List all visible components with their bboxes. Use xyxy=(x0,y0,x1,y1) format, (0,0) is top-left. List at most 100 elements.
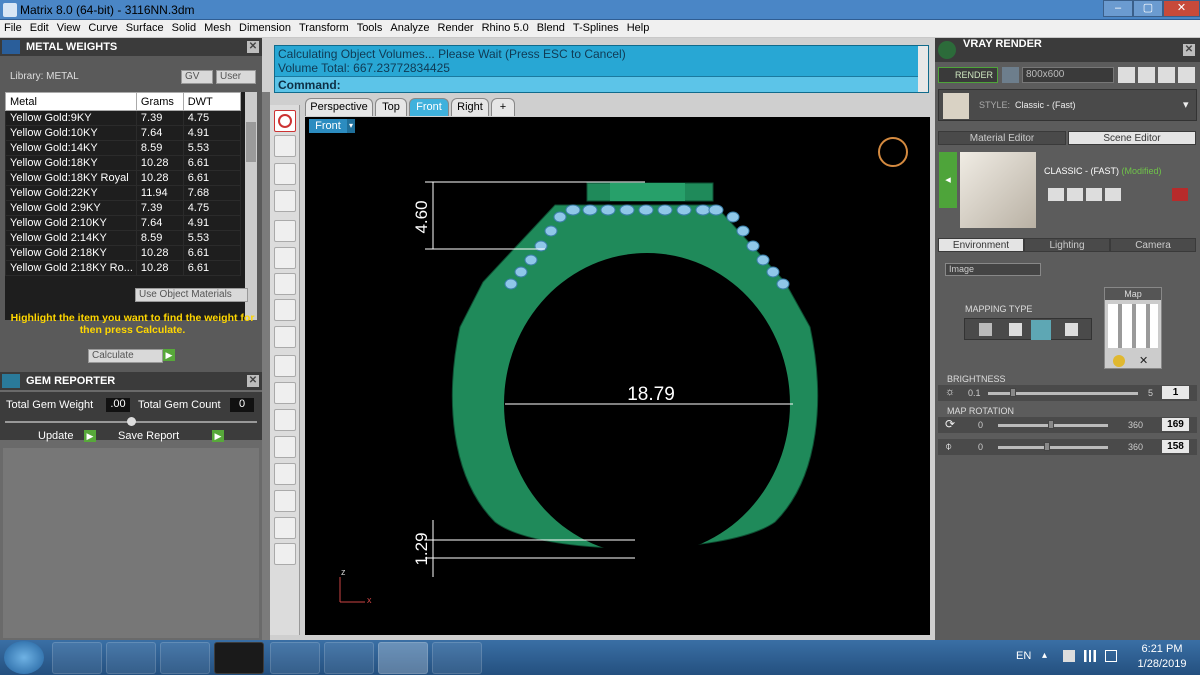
menu-curve[interactable]: Curve xyxy=(84,20,121,36)
menu-tsplines[interactable]: T-Splines xyxy=(569,20,623,36)
internet-explorer-icon[interactable] xyxy=(52,642,102,674)
menu-tools[interactable]: Tools xyxy=(353,20,387,36)
metal-row[interactable]: Yellow Gold:18KY 10.28 6.61 xyxy=(5,155,242,171)
command-input[interactable]: Command: xyxy=(275,76,918,92)
axis-icon[interactable] xyxy=(274,135,296,157)
box-top-icon[interactable] xyxy=(274,299,296,321)
rotation1-value[interactable]: 169 xyxy=(1162,418,1189,431)
brightness-knob[interactable] xyxy=(1010,388,1016,397)
plugin-icon[interactable] xyxy=(274,543,296,565)
menu-dimension[interactable]: Dimension xyxy=(235,20,295,36)
arrow-up-icon[interactable] xyxy=(274,517,296,539)
tab-environment[interactable]: Environment xyxy=(938,238,1024,252)
m-icon[interactable] xyxy=(274,490,296,512)
box-front-icon[interactable] xyxy=(274,326,296,348)
clock-date[interactable]: 1/28/2019 xyxy=(1128,658,1196,670)
viber-icon[interactable] xyxy=(270,642,320,674)
rotation1-knob[interactable] xyxy=(1048,420,1054,429)
clock-time[interactable]: 6:21 PM xyxy=(1132,643,1192,655)
menu-mesh[interactable]: Mesh xyxy=(200,20,235,36)
reset-preset-icon[interactable] xyxy=(1172,188,1188,201)
network-signal-icon[interactable] xyxy=(1084,650,1096,662)
save-report-arrow-icon[interactable]: ▶ xyxy=(212,430,224,442)
resolution-dropdown[interactable]: 800x600 xyxy=(1022,67,1114,83)
add-preset-icon[interactable] xyxy=(1086,188,1102,201)
preset-collapse-icon[interactable]: ◂ xyxy=(939,152,957,208)
settings-icon[interactable] xyxy=(1178,67,1195,83)
menu-help[interactable]: Help xyxy=(623,20,654,36)
mapping-spherical-icon[interactable] xyxy=(1031,320,1051,340)
network-icon[interactable] xyxy=(274,190,296,212)
menu-view[interactable]: View xyxy=(53,20,85,36)
tab-top[interactable]: Top xyxy=(375,98,407,116)
environment-type-dropdown[interactable]: Image xyxy=(945,263,1041,276)
calculate-button[interactable]: Calculate xyxy=(88,349,163,363)
volume-icon[interactable] xyxy=(1105,650,1117,662)
list-icon[interactable] xyxy=(1158,67,1175,83)
menu-surface[interactable]: Surface xyxy=(122,20,168,36)
command-history[interactable]: Calculating Object Volumes... Please Wai… xyxy=(274,45,929,93)
add-view-tab[interactable]: + xyxy=(491,98,515,116)
hand-icon[interactable] xyxy=(274,463,296,485)
map-slot[interactable]: Map ✕ xyxy=(1104,287,1162,369)
tab-perspective[interactable]: Perspective xyxy=(305,98,373,116)
frame-buffer-icon[interactable] xyxy=(1138,67,1155,83)
metal-row[interactable]: Yellow Gold:22KY 11.94 7.68 xyxy=(5,185,242,201)
grid-snap-icon[interactable] xyxy=(274,355,296,377)
mapping-planar-icon[interactable] xyxy=(979,323,992,336)
use-object-materials-dropdown[interactable]: Use Object Materials xyxy=(135,288,248,302)
menu-edit[interactable]: Edit xyxy=(26,20,53,36)
stop-icon[interactable] xyxy=(274,110,296,132)
metal-row[interactable]: Yellow Gold 2:14KY 8.59 5.53 xyxy=(5,230,242,246)
close-icon[interactable]: ✕ xyxy=(247,41,259,53)
tab-material-editor[interactable]: Material Editor xyxy=(938,131,1066,145)
metal-row[interactable]: Yellow Gold:14KY 8.59 5.53 xyxy=(5,140,242,156)
record-icon[interactable] xyxy=(274,436,296,458)
mapping-cube-icon[interactable] xyxy=(1065,323,1078,336)
toggle-off-icon[interactable] xyxy=(274,409,296,431)
gem-slider-knob[interactable] xyxy=(127,417,136,426)
col-grams[interactable]: Grams xyxy=(135,92,184,111)
action-center-icon[interactable] xyxy=(1063,650,1075,662)
minimize-button[interactable]: – xyxy=(1103,0,1133,17)
menu-solid[interactable]: Solid xyxy=(168,20,200,36)
map-edit-icon[interactable] xyxy=(1113,355,1125,367)
close-icon[interactable]: ✕ xyxy=(247,375,259,387)
save-report-button[interactable]: Save Report xyxy=(118,430,179,442)
rotation2-value[interactable]: 158 xyxy=(1162,440,1189,453)
update-button[interactable]: Update xyxy=(38,430,73,442)
menu-file[interactable]: File xyxy=(0,20,26,36)
render-button[interactable]: RENDER xyxy=(938,67,998,83)
menu-transform[interactable]: Transform xyxy=(295,20,353,36)
metal-row[interactable]: Yellow Gold:10KY 7.64 4.91 xyxy=(5,125,242,141)
menu-analyze[interactable]: Analyze xyxy=(386,20,433,36)
map-remove-icon[interactable]: ✕ xyxy=(1139,354,1148,367)
tab-scene-editor[interactable]: Scene Editor xyxy=(1068,131,1196,145)
close-button[interactable]: ✕ xyxy=(1163,0,1200,17)
app-red-icon[interactable] xyxy=(214,642,264,674)
menu-rhino[interactable]: Rhino 5.0 xyxy=(478,20,533,36)
user-toggle[interactable]: User xyxy=(216,70,256,84)
front-viewport[interactable]: Front ▾ 4.60 18.79 1.29 z x xyxy=(305,117,930,635)
metal-table-scrollbar[interactable] xyxy=(245,92,257,320)
metal-row[interactable]: Yellow Gold:18KY Royal 10.28 6.61 xyxy=(5,170,242,186)
render-region-icon[interactable] xyxy=(1002,67,1019,83)
calculate-arrow-icon[interactable]: ▶ xyxy=(163,349,175,361)
gv-toggle[interactable]: GV xyxy=(181,70,213,84)
metal-row[interactable]: Yellow Gold 2:10KY 7.64 4.91 xyxy=(5,215,242,231)
update-arrow-icon[interactable]: ▶ xyxy=(84,430,96,442)
pin-icon[interactable] xyxy=(274,382,296,404)
paint-icon[interactable] xyxy=(432,642,482,674)
save-as-preset-icon[interactable] xyxy=(1067,188,1083,201)
language-indicator[interactable]: EN xyxy=(1016,650,1031,662)
media-player-icon[interactable] xyxy=(160,642,210,674)
brightness-value[interactable]: 1 xyxy=(1162,386,1189,399)
rotation2-knob[interactable] xyxy=(1044,442,1050,451)
save-preset-icon[interactable] xyxy=(1048,188,1064,201)
menu-blend[interactable]: Blend xyxy=(533,20,569,36)
metal-row[interactable]: Yellow Gold 2:9KY 7.39 4.75 xyxy=(5,200,242,216)
start-button[interactable] xyxy=(4,641,44,674)
file-explorer-icon[interactable] xyxy=(106,642,156,674)
metal-row[interactable]: Yellow Gold 2:18KY 10.28 6.61 xyxy=(5,245,242,261)
scrollbar-thumb[interactable] xyxy=(246,122,256,162)
